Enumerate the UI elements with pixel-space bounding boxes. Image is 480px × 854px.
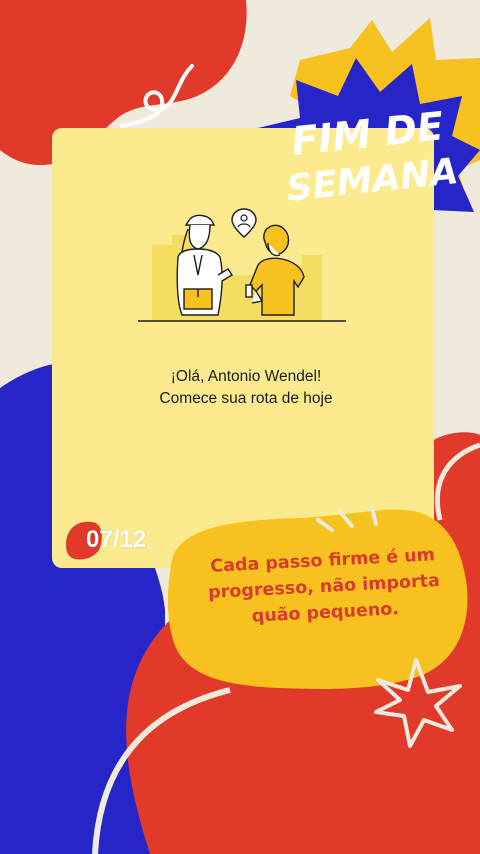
date-label: 07/12 <box>86 526 147 553</box>
motivational-quote: Cada passo firme é um progresso, não imp… <box>207 545 441 627</box>
story-screen: ¡Olá, Antonio Wendel! Comece sua rota de… <box>0 0 480 854</box>
greeting-text: ¡Olá, Antonio Wendel! Comece sua rota de… <box>96 366 396 410</box>
greeting-line-1: ¡Olá, Antonio Wendel! <box>170 368 322 385</box>
greeting-line-2: Comece sua rota de hoje <box>159 390 333 407</box>
